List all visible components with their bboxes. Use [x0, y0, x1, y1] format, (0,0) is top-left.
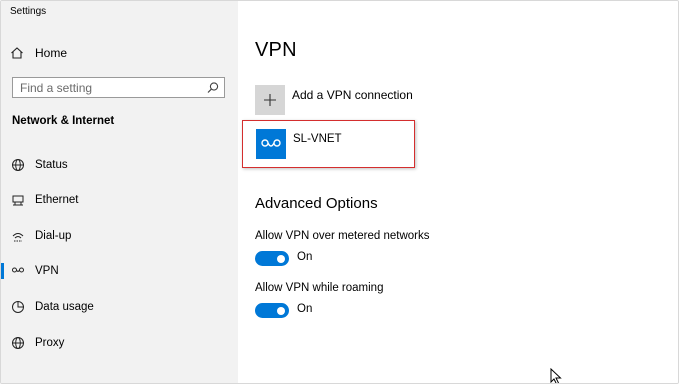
home-label: Home — [35, 46, 68, 60]
vpn-connection-item[interactable]: SL-VNET — [256, 129, 342, 159]
search-box[interactable] — [12, 77, 225, 98]
page-title: VPN — [255, 39, 297, 61]
search-input[interactable] — [13, 78, 198, 97]
add-vpn-connection-button[interactable]: Add a VPN connection — [255, 85, 413, 115]
sidebar: Settings Home Network & Internet Status — [1, 1, 238, 383]
sidebar-item-label: Data usage — [35, 301, 94, 313]
data-usage-icon — [10, 299, 26, 315]
app-title: Settings — [10, 6, 47, 17]
home-icon — [9, 45, 25, 61]
section-title: Network & Internet — [12, 115, 115, 127]
vpn-icon — [10, 263, 26, 279]
toggle-knob — [277, 306, 285, 315]
metered-networks-toggle[interactable] — [255, 251, 289, 266]
sidebar-item-dial-up[interactable]: Dial-up — [1, 223, 238, 249]
roaming-label: Allow VPN while roaming — [255, 282, 384, 294]
settings-window: Settings Home Network & Internet Status — [0, 0, 679, 384]
proxy-globe-icon — [10, 335, 26, 351]
sidebar-item-data-usage[interactable]: Data usage — [1, 294, 238, 320]
sidebar-item-label: VPN — [35, 265, 59, 277]
sidebar-item-status[interactable]: Status — [1, 152, 238, 178]
sidebar-item-label: Ethernet — [35, 194, 79, 206]
metered-networks-label: Allow VPN over metered networks — [255, 230, 430, 242]
sidebar-item-proxy[interactable]: Proxy — [1, 330, 238, 356]
home-nav-item[interactable]: Home — [9, 43, 67, 63]
vpn-connection-name: SL-VNET — [293, 133, 342, 145]
dialup-icon — [10, 228, 26, 244]
mouse-cursor-icon — [550, 368, 562, 383]
sidebar-item-label: Dial-up — [35, 230, 72, 242]
roaming-toggle[interactable] — [255, 303, 289, 318]
search-icon[interactable] — [206, 81, 220, 95]
globe-icon — [10, 157, 26, 173]
plus-icon — [255, 85, 285, 115]
metered-networks-state: On — [297, 251, 313, 263]
roaming-state: On — [297, 303, 313, 315]
sidebar-item-label: Proxy — [35, 337, 65, 349]
ethernet-icon — [10, 192, 26, 208]
sidebar-item-label: Status — [35, 159, 68, 171]
sidebar-item-vpn[interactable]: VPN — [1, 258, 238, 284]
main-content: VPN Add a VPN connection SL-VNET Advance… — [238, 1, 678, 383]
advanced-options-title: Advanced Options — [255, 195, 378, 212]
toggle-knob — [277, 254, 285, 263]
vpn-connection-icon — [256, 129, 286, 159]
add-vpn-label: Add a VPN connection — [292, 88, 413, 102]
sidebar-item-ethernet[interactable]: Ethernet — [1, 187, 238, 213]
selection-indicator — [1, 263, 4, 279]
